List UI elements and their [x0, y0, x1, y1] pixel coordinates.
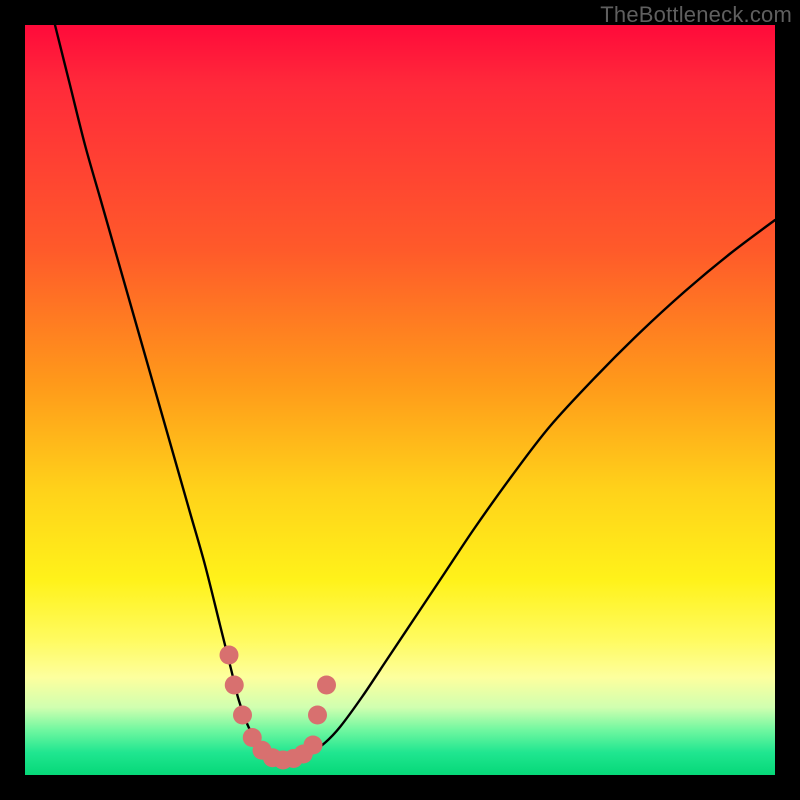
watermark-text: TheBottleneck.com: [600, 2, 792, 28]
highlight-dot: [233, 706, 252, 725]
highlight-dot: [220, 646, 239, 665]
highlight-dot: [308, 706, 327, 725]
highlight-dot: [317, 676, 336, 695]
chart-plot-area: [25, 25, 775, 775]
chart-svg: [25, 25, 775, 775]
highlight-dots: [220, 646, 337, 770]
highlight-dot: [304, 736, 323, 755]
bottleneck-curve: [55, 25, 775, 760]
highlight-dot: [225, 676, 244, 695]
chart-frame: TheBottleneck.com: [0, 0, 800, 800]
